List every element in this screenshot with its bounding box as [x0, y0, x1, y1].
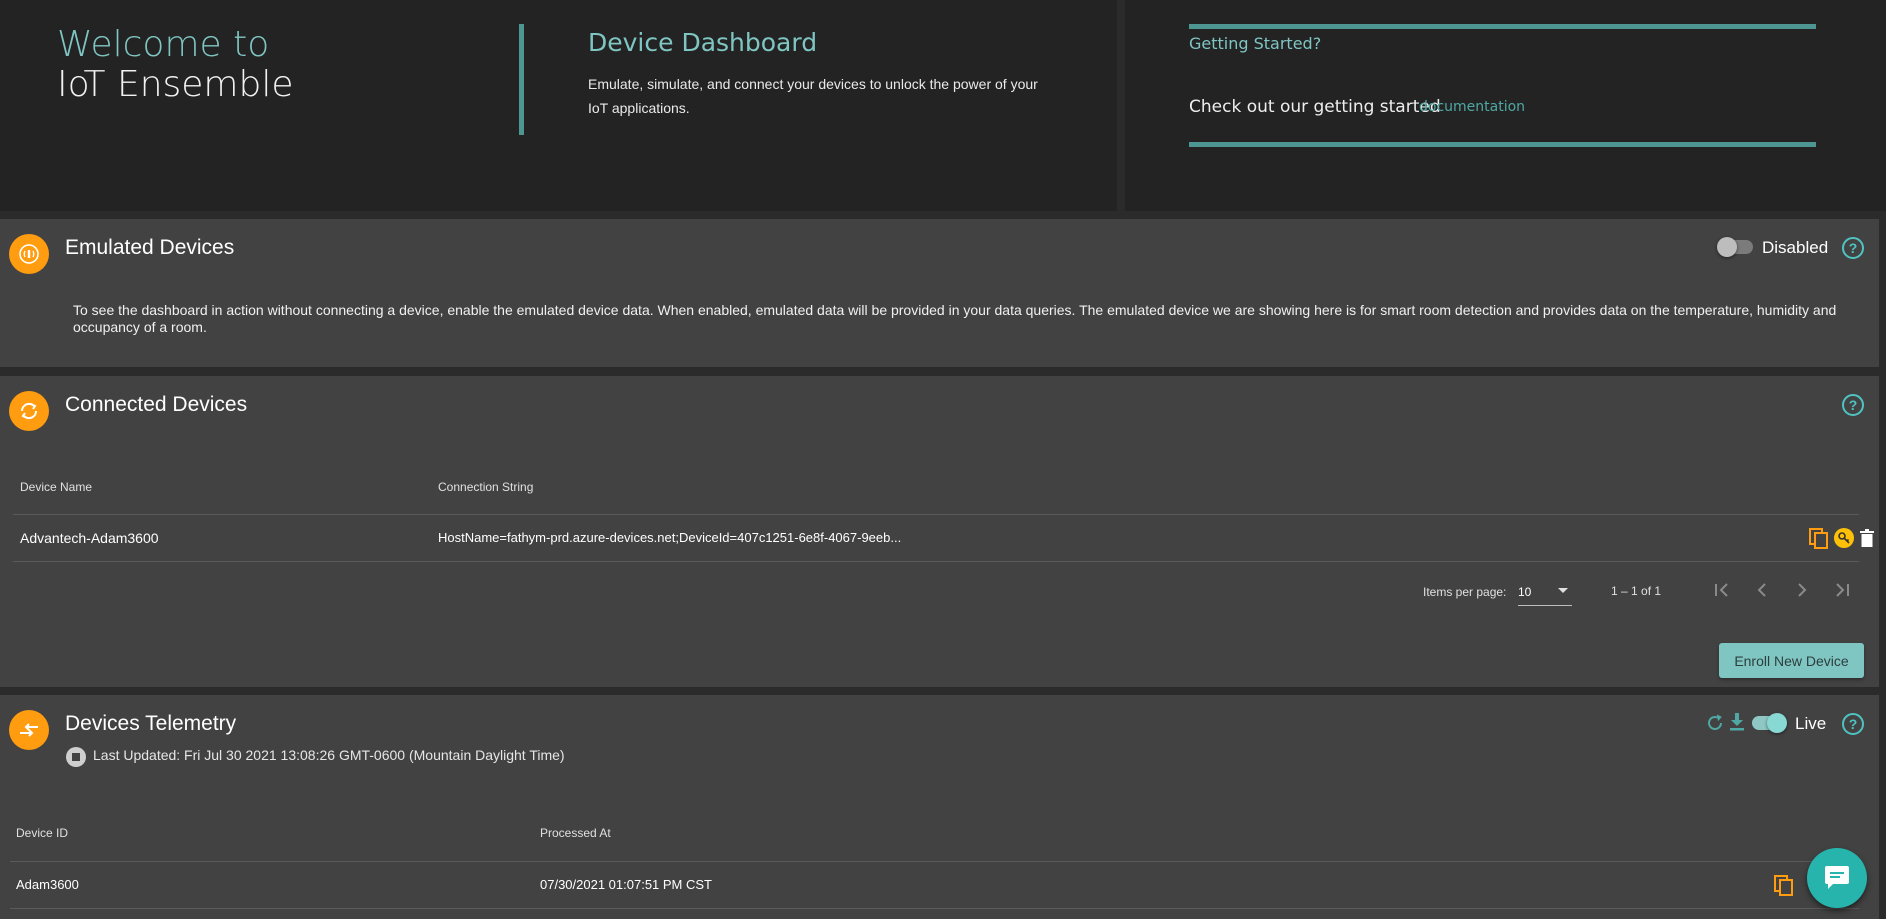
copy-icon[interactable] [1774, 875, 1794, 902]
device-id-cell: Adam3600 [16, 877, 79, 892]
enroll-new-device-button[interactable]: Enroll New Device [1719, 643, 1864, 678]
emulated-toggle[interactable] [1717, 236, 1755, 258]
help-icon[interactable]: ? [1842, 394, 1864, 416]
column-header-processed-at[interactable]: Processed At [540, 826, 611, 840]
processed-at-cell: 07/30/2021 01:07:51 PM CST [540, 877, 713, 892]
getting-started-title: Getting Started? [1189, 34, 1322, 53]
delete-icon[interactable] [1860, 529, 1874, 552]
key-icon[interactable] [1834, 528, 1854, 548]
download-icon[interactable] [1728, 712, 1746, 737]
table-row: Adam3600 07/30/2021 01:07:51 PM CST [10, 862, 1859, 908]
table-divider [10, 908, 1859, 909]
emulated-toggle-label: Disabled [1762, 238, 1829, 257]
table-row: Advantech-Adam3600 HostName=fathym-prd.a… [13, 515, 1874, 561]
refresh-icon[interactable] [1705, 713, 1725, 738]
chat-button[interactable] [1807, 848, 1867, 908]
welcome-line1: Welcome to [57, 24, 270, 65]
last-page-icon[interactable] [1832, 580, 1852, 606]
sync-icon [9, 391, 49, 431]
dashboard-description: Emulate, simulate, and connect your devi… [588, 76, 1038, 116]
items-per-page-select[interactable]: 10 [1518, 578, 1572, 606]
sensor-waves-icon [9, 234, 49, 274]
getting-started-text: Check out our getting started [1189, 97, 1441, 117]
devices-telemetry-title: Devices Telemetry [65, 712, 237, 735]
emulated-devices-title: Emulated Devices [65, 236, 235, 259]
stop-icon[interactable] [66, 747, 86, 767]
hero-divider [519, 24, 524, 135]
chevron-down-icon [1558, 588, 1568, 593]
connected-devices-title: Connected Devices [65, 393, 248, 416]
live-toggle-label: Live [1795, 714, 1827, 733]
first-page-icon[interactable] [1712, 580, 1732, 606]
emulated-description: To see the dashboard in action without c… [73, 302, 1837, 335]
items-per-page-value: 10 [1518, 585, 1532, 599]
swap-arrows-icon [9, 710, 49, 750]
toggle-knob [1717, 237, 1737, 257]
previous-page-icon[interactable] [1752, 580, 1772, 606]
column-header-device-name[interactable]: Device Name [20, 480, 92, 494]
getting-started-top-rule [1189, 24, 1816, 29]
toggle-knob [1767, 713, 1787, 733]
welcome-line2: IoT Ensemble [57, 64, 294, 105]
help-icon[interactable]: ? [1842, 713, 1864, 735]
dashboard-title: Device Dashboard [588, 28, 818, 57]
emulated-devices-panel [0, 219, 1879, 367]
help-icon[interactable]: ? [1842, 237, 1864, 259]
device-name-cell: Advantech-Adam3600 [20, 530, 159, 546]
chat-icon [1825, 866, 1849, 889]
copy-icon[interactable] [1809, 528, 1829, 555]
items-per-page-label: Items per page: [1423, 585, 1507, 599]
column-header-device-id[interactable]: Device ID [16, 826, 68, 840]
last-updated-text: Last Updated: Fri Jul 30 2021 13:08:26 G… [93, 747, 565, 763]
live-toggle[interactable] [1750, 712, 1788, 734]
table-divider [13, 561, 1859, 562]
next-page-icon[interactable] [1792, 580, 1812, 606]
connection-string-cell: HostName=fathym-prd.azure-devices.net;De… [438, 530, 902, 545]
getting-started-bottom-rule [1189, 142, 1816, 147]
column-header-connection-string[interactable]: Connection String [438, 480, 533, 494]
page-range-label: 1 – 1 of 1 [1611, 584, 1662, 598]
documentation-link[interactable]: documentation [1419, 99, 1525, 115]
